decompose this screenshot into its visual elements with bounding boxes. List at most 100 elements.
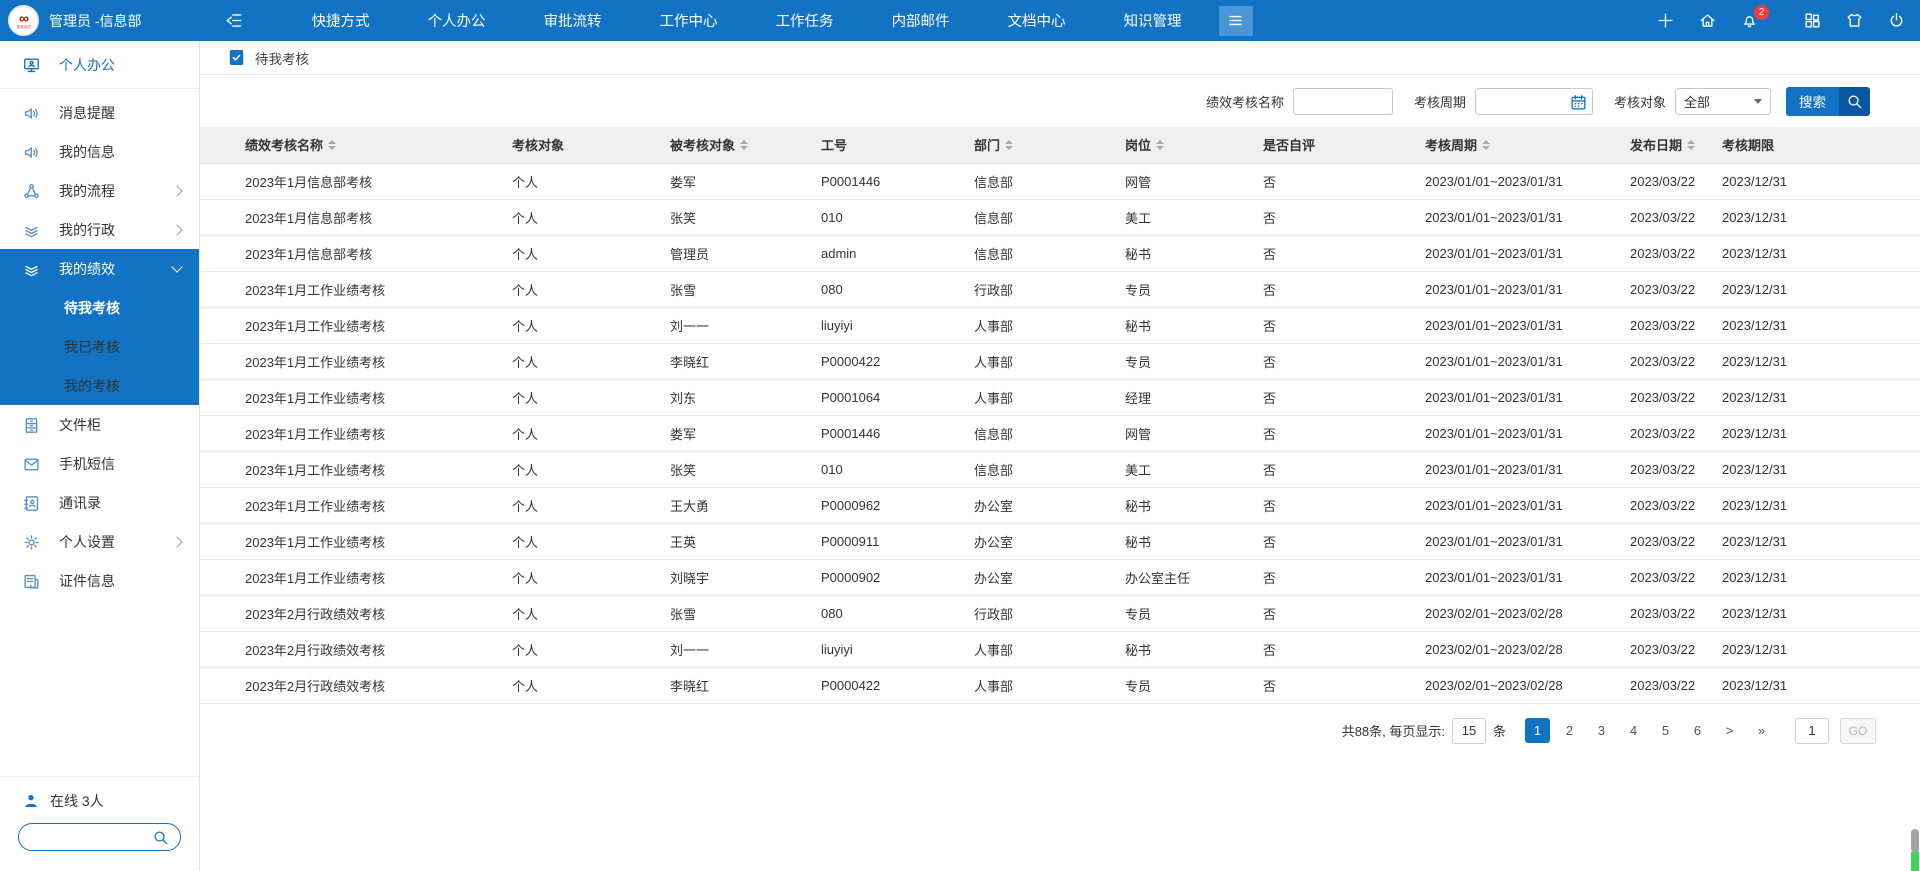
sidebar-search-input[interactable] bbox=[29, 830, 151, 845]
topnav-item[interactable]: 文档中心 bbox=[979, 0, 1095, 41]
table-cell: liuyiyi bbox=[817, 307, 970, 343]
table-cell: 个人 bbox=[508, 523, 666, 559]
sidebar-item-7[interactable]: 手机短信 bbox=[0, 444, 199, 483]
table-row[interactable]: 2023年1月信息部考核个人管理员admin信息部秘书否2023/01/01~2… bbox=[200, 235, 1920, 271]
topnav-item[interactable]: 个人办公 bbox=[399, 0, 515, 41]
pagination-total-label: 共88条, 每页显示: bbox=[1342, 721, 1445, 740]
page-button-3[interactable]: 3 bbox=[1589, 718, 1614, 743]
table-cell: 2023/12/31 bbox=[1718, 343, 1920, 379]
table-cell: P0000422 bbox=[817, 667, 970, 703]
table-row[interactable]: 2023年1月工作业绩考核个人王英P0000911办公室秘书否2023/01/0… bbox=[200, 523, 1920, 559]
column-header[interactable]: 发布日期 bbox=[1626, 127, 1718, 163]
topnav-item[interactable]: 工作任务 bbox=[747, 0, 863, 41]
sidebar-item-1[interactable]: 消息提醒 bbox=[0, 93, 199, 132]
sidebar-item-10[interactable]: 证件信息 bbox=[0, 561, 199, 600]
table-cell: 2023/03/22 bbox=[1626, 379, 1718, 415]
table-cell: 080 bbox=[817, 595, 970, 631]
table-row[interactable]: 2023年2月行政绩效考核个人李晓红P0000422人事部专员否2023/02/… bbox=[200, 667, 1920, 703]
topnav-item[interactable]: 审批流转 bbox=[515, 0, 631, 41]
theme-shirt-icon[interactable] bbox=[1845, 11, 1864, 30]
table-cell: 信息部 bbox=[970, 415, 1121, 451]
apps-grid-icon[interactable] bbox=[1803, 11, 1822, 30]
next-page-button[interactable]: > bbox=[1717, 718, 1742, 743]
column-header[interactable]: 部门 bbox=[970, 127, 1121, 163]
column-header[interactable]: 绩效考核名称 bbox=[200, 127, 508, 163]
column-header[interactable]: 考核周期 bbox=[1421, 127, 1626, 163]
filter-target-select[interactable]: 全部 bbox=[1675, 88, 1771, 115]
hamburger-icon bbox=[1226, 11, 1245, 30]
last-page-button[interactable]: » bbox=[1749, 718, 1774, 743]
new-item-icon[interactable] bbox=[1656, 11, 1675, 30]
sort-arrows-icon[interactable] bbox=[1482, 140, 1490, 150]
page-button-5[interactable]: 5 bbox=[1653, 718, 1678, 743]
sidebar-item-4[interactable]: 我的行政 bbox=[0, 210, 199, 249]
sidebar-subitem-待我考核[interactable]: 待我考核 bbox=[0, 288, 199, 327]
column-header[interactable]: 岗位 bbox=[1121, 127, 1259, 163]
table-cell: 否 bbox=[1259, 343, 1421, 379]
table-row[interactable]: 2023年1月信息部考核个人张笑010信息部美工否2023/01/01~2023… bbox=[200, 199, 1920, 235]
table-row[interactable]: 2023年1月工作业绩考核个人李晓红P0000422人事部专员否2023/01/… bbox=[200, 343, 1920, 379]
page-button-6[interactable]: 6 bbox=[1685, 718, 1710, 743]
logout-power-icon[interactable] bbox=[1887, 11, 1906, 30]
table-cell: 2023/12/31 bbox=[1718, 523, 1920, 559]
page-button-1[interactable]: 1 bbox=[1525, 718, 1550, 743]
table-row[interactable]: 2023年1月工作业绩考核个人张雪080行政部专员否2023/01/01~202… bbox=[200, 271, 1920, 307]
topnav-item[interactable]: 知识管理 bbox=[1095, 0, 1211, 41]
page-button-2[interactable]: 2 bbox=[1557, 718, 1582, 743]
sort-arrows-icon[interactable] bbox=[1005, 140, 1013, 150]
sidebar-item-3[interactable]: 我的流程 bbox=[0, 171, 199, 210]
goto-page-input[interactable] bbox=[1795, 718, 1829, 744]
sidebar-item-5[interactable]: 我的绩效 bbox=[0, 249, 199, 288]
app-logo[interactable]: ∞ 华天动力 bbox=[8, 5, 39, 36]
sidebar-subitem-我的考核[interactable]: 我的考核 bbox=[0, 366, 199, 405]
column-header: 工号 bbox=[817, 127, 970, 163]
sidebar-item-9[interactable]: 个人设置 bbox=[0, 522, 199, 561]
table-cell: 秘书 bbox=[1121, 487, 1259, 523]
table-row[interactable]: 2023年1月工作业绩考核个人张笑010信息部美工否2023/01/01~202… bbox=[200, 451, 1920, 487]
table-cell: 办公室 bbox=[970, 559, 1121, 595]
filter-name-input[interactable] bbox=[1293, 88, 1393, 115]
table-row[interactable]: 2023年1月工作业绩考核个人娄军P0001446信息部网管否2023/01/0… bbox=[200, 415, 1920, 451]
table-row[interactable]: 2023年1月工作业绩考核个人刘一一liuyiyi人事部秘书否2023/01/0… bbox=[200, 307, 1920, 343]
sidebar-search-icon[interactable] bbox=[151, 828, 170, 847]
topnav-item[interactable]: 工作中心 bbox=[631, 0, 747, 41]
column-header[interactable]: 被考核对象 bbox=[666, 127, 817, 163]
table-row[interactable]: 2023年1月工作业绩考核个人王大勇P0000962办公室秘书否2023/01/… bbox=[200, 487, 1920, 523]
calendar-icon[interactable] bbox=[1569, 93, 1588, 112]
table-cell: 李晓红 bbox=[666, 343, 817, 379]
table-row[interactable]: 2023年2月行政绩效考核个人张雪080行政部专员否2023/02/01~202… bbox=[200, 595, 1920, 631]
table-row[interactable]: 2023年1月信息部考核个人娄军P0001446信息部网管否2023/01/01… bbox=[200, 163, 1920, 199]
current-user-label[interactable]: 管理员 -信息部 bbox=[49, 11, 142, 31]
column-header: 是否自评 bbox=[1259, 127, 1421, 163]
sidebar-item-8[interactable]: 通讯录 bbox=[0, 483, 199, 522]
sort-arrows-icon[interactable] bbox=[1687, 140, 1695, 150]
topnav-item[interactable]: 内部邮件 bbox=[863, 0, 979, 41]
search-button[interactable]: 搜索 bbox=[1786, 87, 1870, 116]
topnav-item[interactable]: 快捷方式 bbox=[283, 0, 399, 41]
sort-arrows-icon[interactable] bbox=[328, 140, 336, 150]
sidebar-subitem-我已考核[interactable]: 我已考核 bbox=[0, 327, 199, 366]
page-size-input[interactable] bbox=[1452, 718, 1486, 744]
table-cell: 秘书 bbox=[1121, 235, 1259, 271]
collapse-sidebar-icon[interactable] bbox=[224, 11, 243, 30]
table-cell: 否 bbox=[1259, 451, 1421, 487]
table-cell: 2023年1月工作业绩考核 bbox=[200, 307, 508, 343]
vertical-scrollbar[interactable] bbox=[1911, 41, 1919, 871]
sort-arrows-icon[interactable] bbox=[1156, 140, 1164, 150]
table-row[interactable]: 2023年1月工作业绩考核个人刘东P0001064人事部经理否2023/01/0… bbox=[200, 379, 1920, 415]
go-button[interactable]: GO bbox=[1840, 718, 1876, 744]
sidebar-item-2[interactable]: 我的信息 bbox=[0, 132, 199, 171]
sidebar: 个人办公消息提醒我的信息我的流程我的行政我的绩效待我考核我已考核我的考核文件柜手… bbox=[0, 41, 200, 871]
page-button-4[interactable]: 4 bbox=[1621, 718, 1646, 743]
sidebar-item-0[interactable]: 个人办公 bbox=[0, 41, 199, 89]
table-row[interactable]: 2023年1月工作业绩考核个人刘晓宇P0000902办公室办公室主任否2023/… bbox=[200, 559, 1920, 595]
sidebar-item-6[interactable]: 文件柜 bbox=[0, 405, 199, 444]
sort-arrows-icon[interactable] bbox=[740, 140, 748, 150]
table-row[interactable]: 2023年2月行政绩效考核个人刘一一liuyiyi人事部秘书否2023/02/0… bbox=[200, 631, 1920, 667]
scrollbar-thumb[interactable] bbox=[1911, 829, 1919, 853]
table-cell: 个人 bbox=[508, 631, 666, 667]
table-cell: 2023/01/01~2023/01/31 bbox=[1421, 199, 1626, 235]
more-menus-button[interactable] bbox=[1219, 6, 1253, 36]
home-icon[interactable] bbox=[1698, 11, 1717, 30]
filter-period-label: 考核周期 bbox=[1414, 92, 1466, 111]
